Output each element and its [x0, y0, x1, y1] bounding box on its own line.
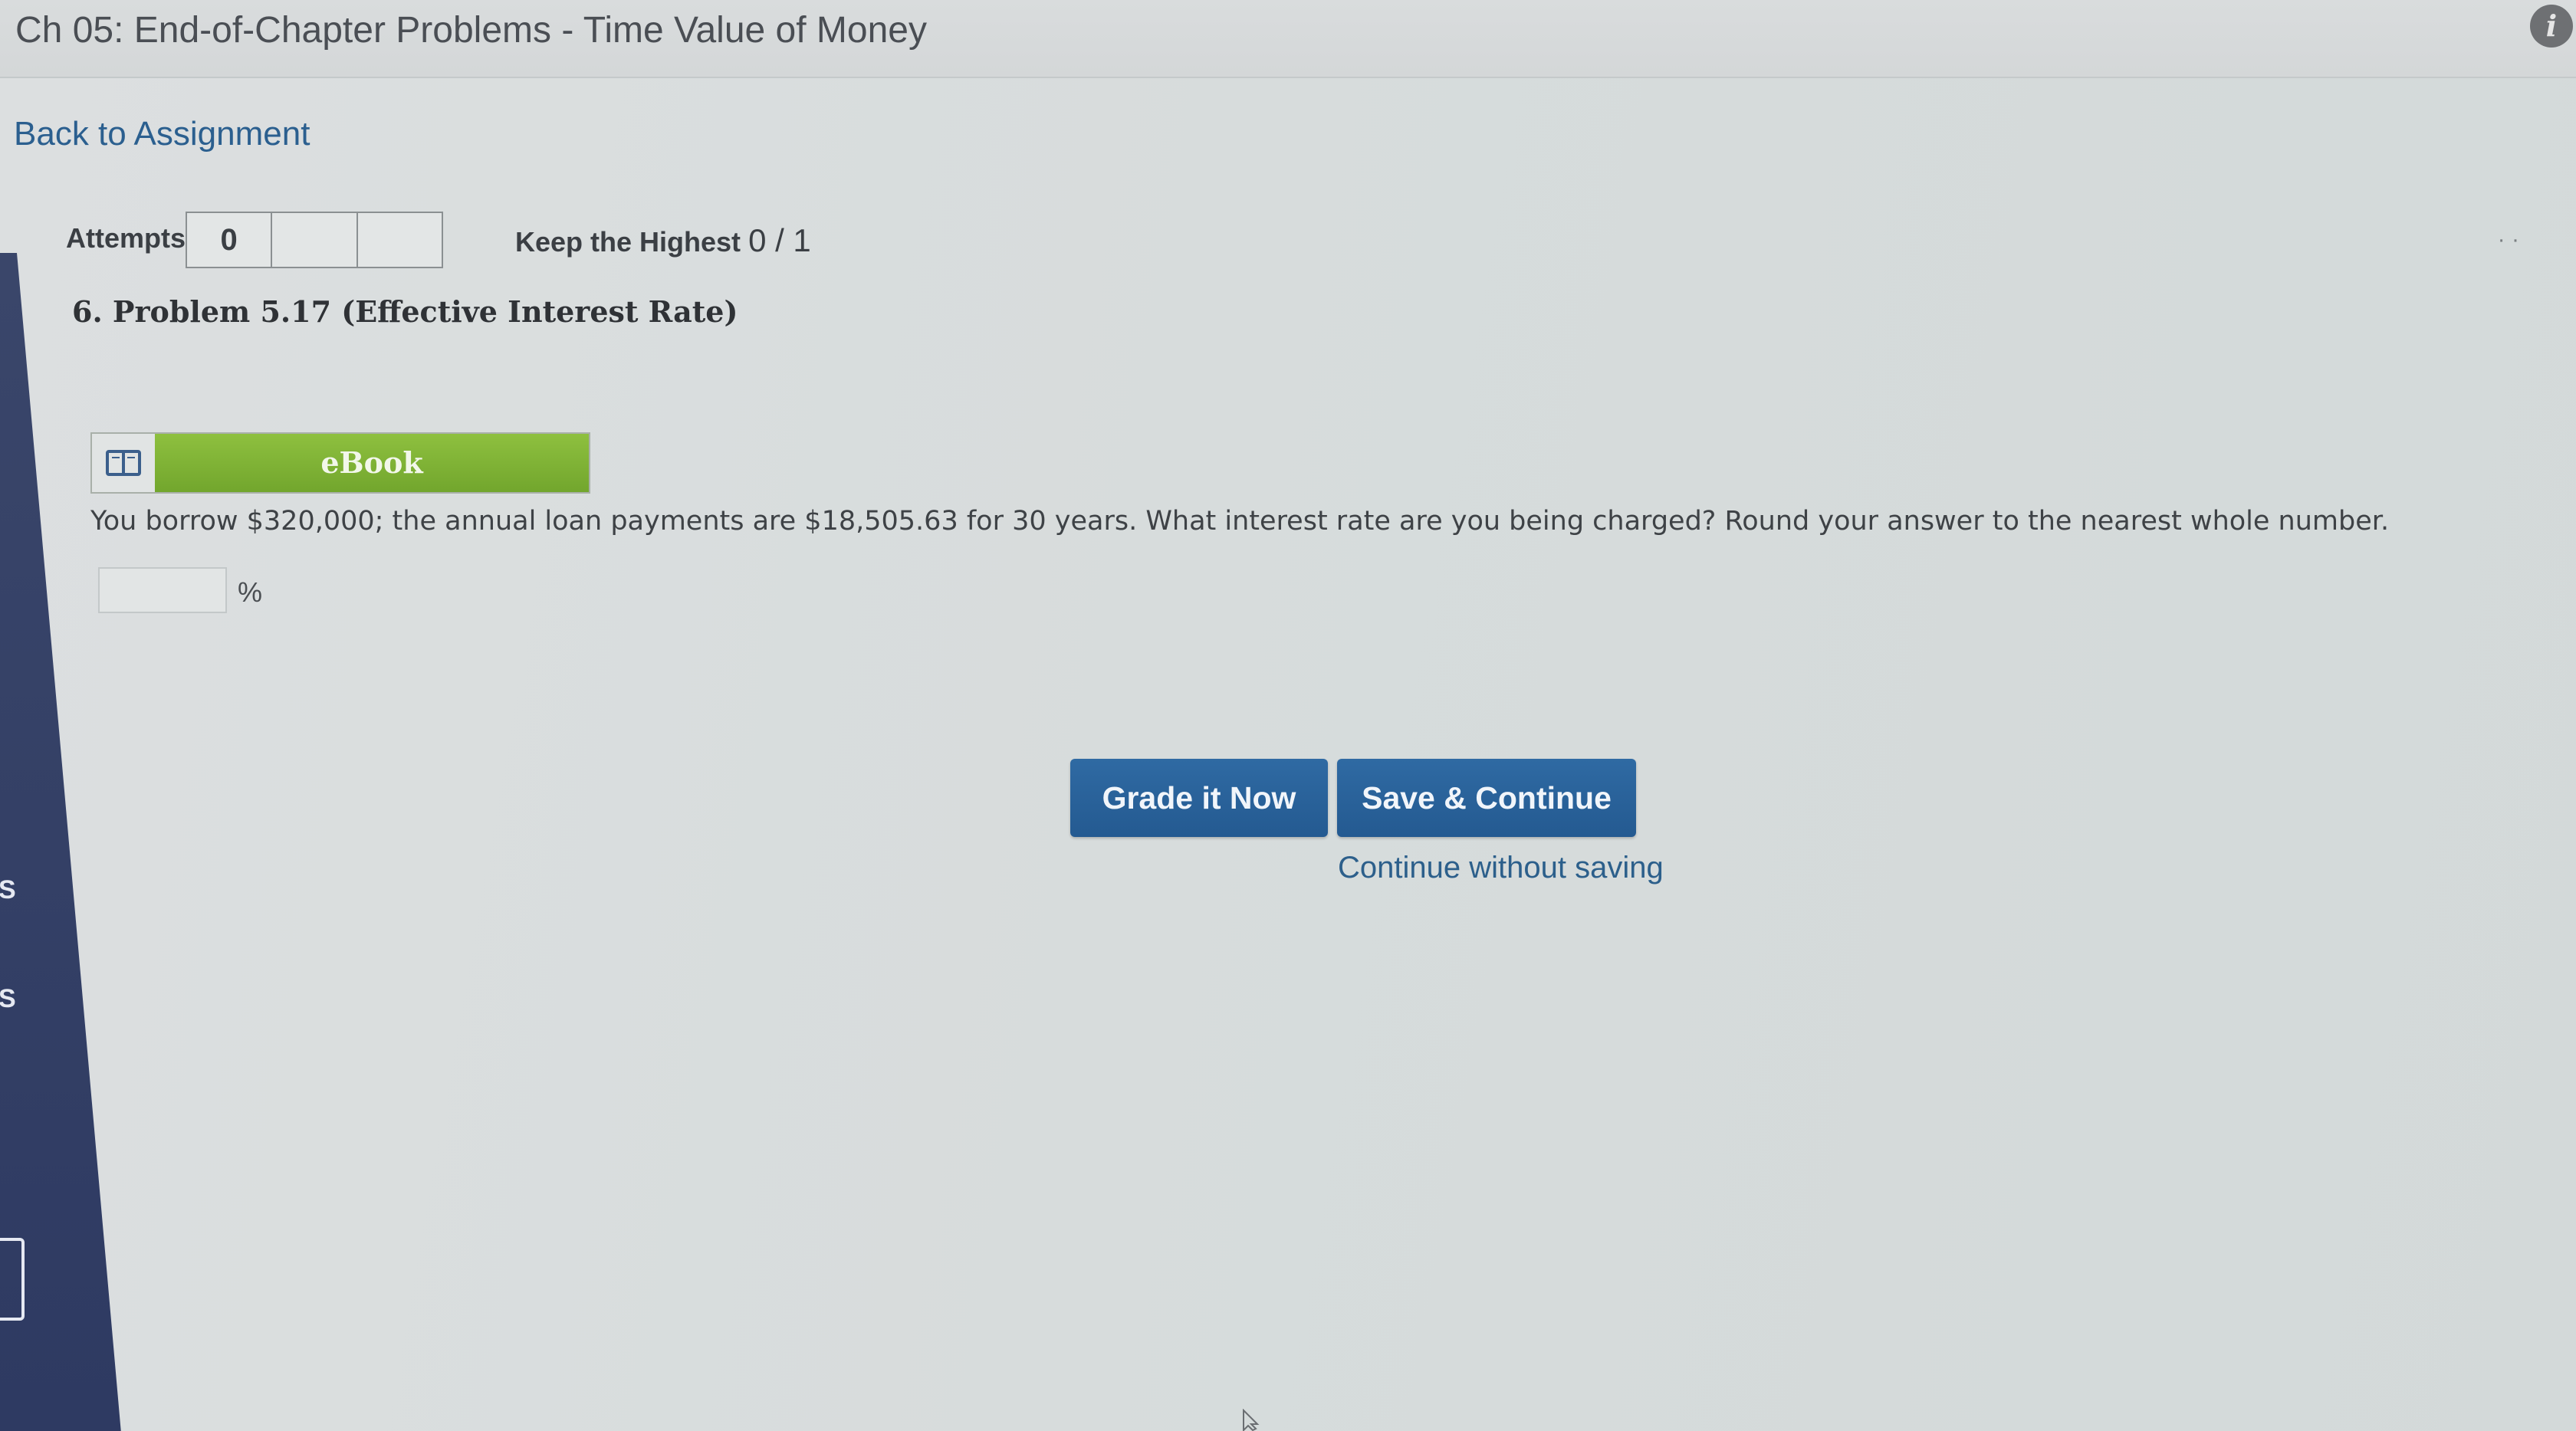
more-dots: · ·	[2497, 227, 2519, 252]
sidebar-item-label[interactable]: S	[0, 875, 16, 905]
mouse-cursor-icon	[1243, 1409, 1260, 1431]
attempts-count: 0	[187, 213, 273, 267]
sidebar-item-label[interactable]: S	[0, 984, 16, 1014]
save-and-continue-button[interactable]: Save & Continue	[1337, 759, 1636, 837]
continue-without-saving-link[interactable]: Continue without saving	[1338, 851, 1664, 885]
ebook-button[interactable]: eBook	[90, 432, 590, 494]
assignment-page: Ch 05: End-of-Chapter Problems - Time Va…	[0, 0, 2576, 1431]
attempts-label: Attempts	[66, 222, 186, 254]
problem-title: 6. Problem 5.17 (Effective Interest Rate…	[72, 294, 738, 329]
score-value: 0 / 1	[748, 222, 811, 258]
question-text: You borrow $320,000; the annual loan pay…	[90, 506, 2390, 537]
grade-it-now-button[interactable]: Grade it Now	[1070, 759, 1328, 837]
page-title: Ch 05: End-of-Chapter Problems - Time Va…	[15, 10, 927, 51]
sidebar-toggle[interactable]	[0, 1238, 25, 1321]
attempts-meter: 0	[186, 212, 443, 268]
title-bar: Ch 05: End-of-Chapter Problems - Time Va…	[0, 0, 2576, 78]
attempts-slot	[358, 213, 442, 267]
keep-highest-score: Keep the Highest 0 / 1	[515, 222, 811, 259]
percent-unit: %	[238, 576, 263, 608]
info-icon[interactable]: i	[2530, 5, 2573, 48]
answer-input[interactable]	[98, 567, 227, 613]
ebook-label: eBook	[155, 434, 589, 492]
back-to-assignment-link[interactable]: Back to Assignment	[14, 115, 310, 153]
attempts-slot	[272, 213, 358, 267]
book-icon	[92, 434, 155, 492]
keep-highest-label: Keep the Highest	[515, 226, 741, 258]
